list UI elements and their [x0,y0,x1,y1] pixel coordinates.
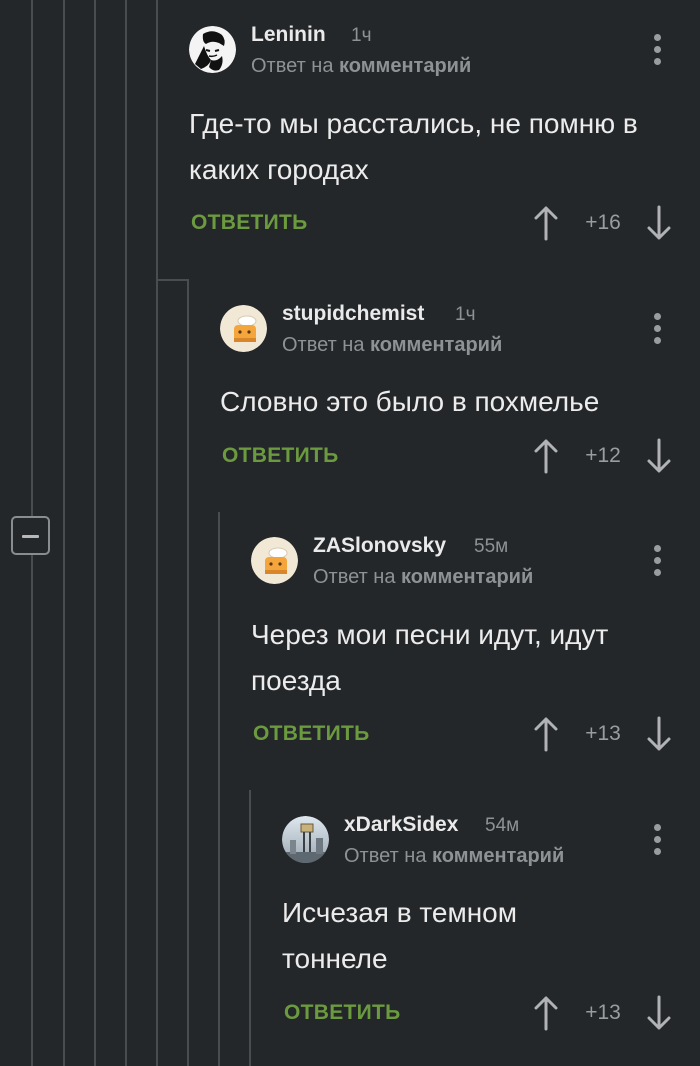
thread-line [31,0,33,516]
arrow-up-icon[interactable] [533,995,559,1031]
thread-connector [156,279,188,281]
arrow-up-icon[interactable] [533,716,559,752]
reply-to-prefix: Ответ на [344,845,427,867]
comment-rating: +12 [585,444,621,467]
arrow-down-icon[interactable] [646,995,672,1031]
comment-rating: +16 [585,211,621,234]
comment-text: Словно это было в похмелье [220,386,600,417]
arrow-up-icon[interactable] [533,205,559,241]
comment-username[interactable]: Leninin [251,23,326,47]
comment-username[interactable]: ZASlonovsky [313,534,446,558]
arrow-down-icon[interactable] [646,716,672,752]
reply-to-label: Ответ на комментарий [313,566,533,589]
collapse-thread-button[interactable] [11,516,50,555]
comment-time: 55м [474,536,509,557]
avatar[interactable] [189,26,236,73]
reply-to-comment-link[interactable]: комментарий [401,566,533,588]
thread-line [187,279,189,1066]
comment-text: Где-то мы расстались, не помню в каких г… [189,108,638,185]
comment-text: Исчезая в темном тоннеле [282,897,517,974]
reply-to-label: Ответ на комментарий [251,55,471,78]
reply-to-comment-link[interactable]: комментарий [339,55,471,77]
reply-to-label: Ответ на комментарий [344,845,564,868]
comment-time: 1ч [351,25,372,46]
thread-line [94,0,96,1066]
reply-to-prefix: Ответ на [251,55,334,77]
comment-time: 1ч [455,304,476,325]
reply-button[interactable]: ОТВЕТИТЬ [191,211,308,235]
more-vertical-icon[interactable] [648,822,668,858]
thread-line [125,0,127,1066]
arrow-down-icon[interactable] [646,438,672,474]
thread-line [156,0,158,1066]
reply-button[interactable]: ОТВЕТИТЬ [222,444,339,468]
reply-to-prefix: Ответ на [313,566,396,588]
reply-button[interactable]: ОТВЕТИТЬ [253,722,370,746]
avatar[interactable] [282,816,329,863]
reply-to-comment-link[interactable]: комментарий [432,845,564,867]
arrow-down-icon[interactable] [646,205,672,241]
comment-rating: +13 [585,1001,621,1024]
thread-line [249,790,251,1066]
reply-to-comment-link[interactable]: комментарий [370,334,502,356]
reply-button[interactable]: ОТВЕТИТЬ [284,1001,401,1025]
more-vertical-icon[interactable] [648,543,668,579]
avatar[interactable] [220,305,267,352]
more-vertical-icon[interactable] [648,32,668,68]
comment-text: Через мои песни идут, идут поезда [251,619,609,696]
comment-time: 54м [485,815,520,836]
reply-to-prefix: Ответ на [282,334,365,356]
arrow-up-icon[interactable] [533,438,559,474]
comment-username[interactable]: xDarkSidex [344,813,458,837]
comment-rating: +13 [585,722,621,745]
thread-line [63,0,65,1066]
reply-to-label: Ответ на комментарий [282,334,502,357]
more-vertical-icon[interactable] [648,311,668,347]
avatar[interactable] [251,537,298,584]
comment-username[interactable]: stupidchemist [282,302,424,326]
thread-line [218,512,220,1066]
thread-line [31,555,33,1066]
